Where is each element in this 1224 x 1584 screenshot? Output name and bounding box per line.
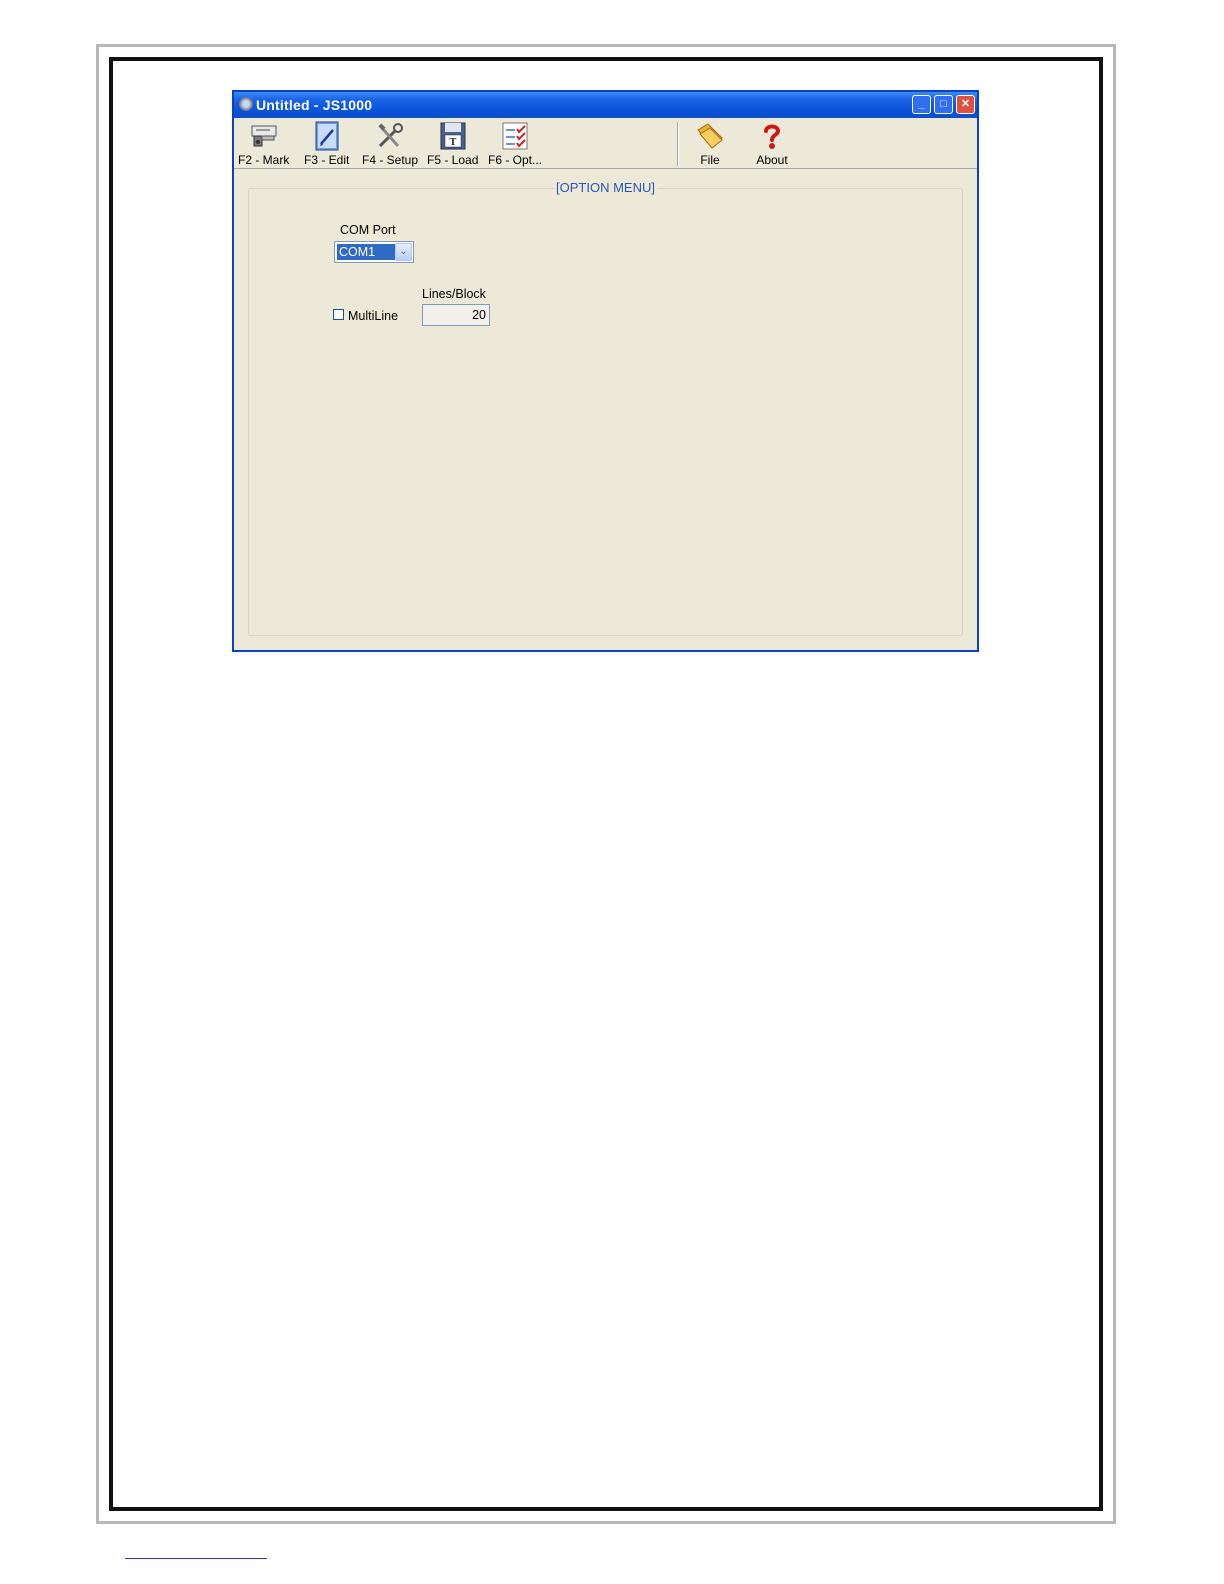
com-port-select[interactable]: COM1 ⌄ (334, 241, 414, 263)
setup-label: F4 - Setup (362, 153, 419, 167)
multiline-checkbox[interactable] (333, 309, 344, 320)
load-button[interactable]: T F5 - Load (427, 120, 478, 167)
lines-per-block-label: Lines/Block (422, 287, 486, 301)
mark-button[interactable]: F2 - Mark (238, 120, 289, 167)
floppy-disk-icon: T (440, 122, 466, 150)
svg-text:T: T (449, 138, 456, 148)
tools-icon (378, 123, 404, 148)
question-mark-icon (764, 124, 781, 149)
multiline-label: MultiLine (348, 309, 399, 323)
about-label: About (756, 153, 788, 167)
title-bar[interactable]: Untitled - JS1000 _ □ ✕ (234, 92, 977, 118)
load-label: F5 - Load (427, 153, 479, 167)
mark-label: F2 - Mark (238, 153, 290, 167)
close-button[interactable]: ✕ (956, 95, 975, 114)
options-button[interactable]: F6 - Opt... (488, 120, 542, 167)
file-button[interactable]: File (694, 120, 726, 167)
com-port-value: COM1 (337, 244, 395, 260)
file-label: File (700, 153, 720, 167)
window-title: Untitled - JS1000 (256, 97, 373, 113)
footnote-rule (125, 1558, 267, 1559)
chevron-down-icon[interactable]: ⌄ (395, 243, 412, 261)
options-label: F6 - Opt... (488, 153, 543, 167)
edit-button[interactable]: F3 - Edit (304, 120, 349, 167)
checklist-icon (502, 122, 528, 150)
about-button[interactable]: About (756, 120, 788, 167)
edit-label: F3 - Edit (304, 153, 350, 167)
app-icon (239, 97, 253, 111)
app-window: Untitled - JS1000 _ □ ✕ F2 - Mark F3 - E… (232, 90, 979, 652)
toolbar-separator (677, 122, 678, 166)
folder-icon (697, 123, 723, 149)
printer-icon (251, 125, 277, 147)
maximize-button[interactable]: □ (934, 95, 953, 114)
pencil-icon (315, 121, 339, 151)
option-menu-title: [OPTION MENU] (554, 180, 657, 195)
minimize-button[interactable]: _ (912, 95, 931, 114)
setup-button[interactable]: F4 - Setup (362, 120, 418, 167)
toolbar: F2 - Mark F3 - Edit F4 - Setup T F5 - Lo… (234, 118, 977, 169)
com-port-label: COM Port (340, 223, 396, 237)
lines-per-block-field[interactable]: 20 (422, 304, 490, 326)
